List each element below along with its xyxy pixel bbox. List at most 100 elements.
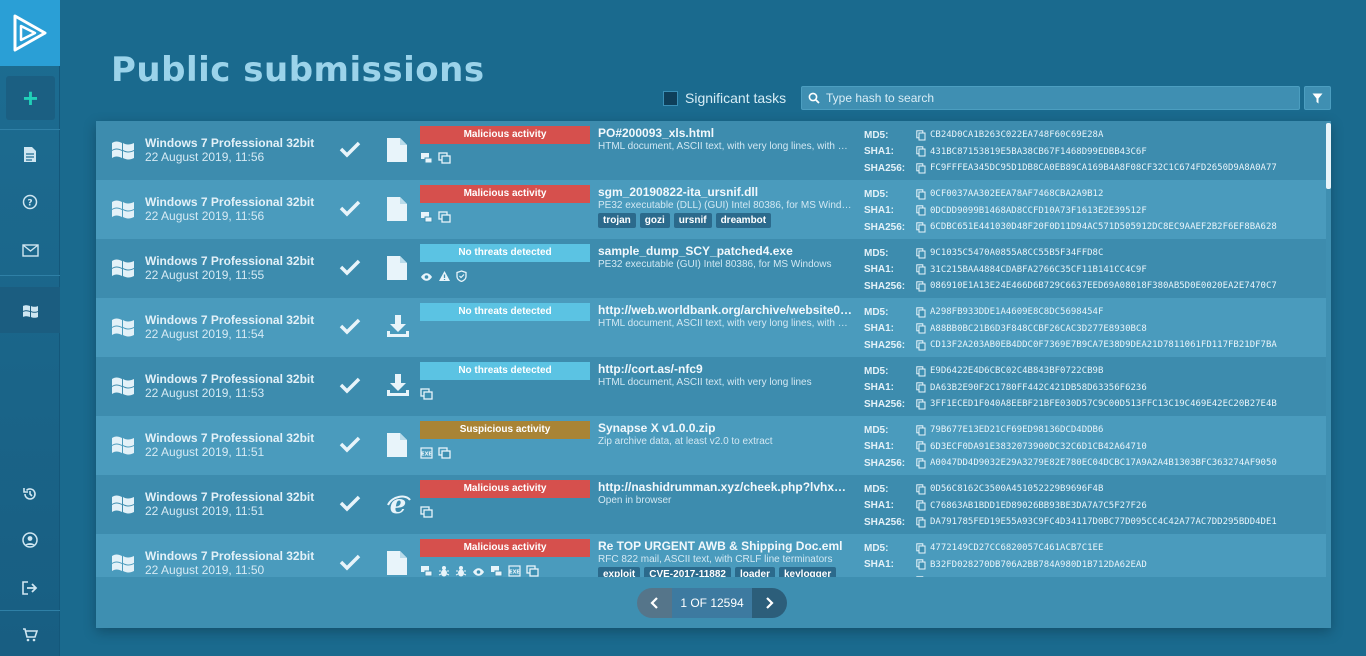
file-name[interactable]: Synapse X v1.0.0.zip — [598, 421, 853, 435]
check-icon — [339, 376, 361, 399]
tag[interactable]: gozi — [639, 213, 670, 228]
copy-hash-icon[interactable] — [916, 517, 930, 528]
file-name[interactable]: PO#200093_xls.html — [598, 126, 853, 140]
document-icon — [386, 137, 408, 168]
task-row[interactable]: Windows 7 Professional 32bit 22 August 2… — [96, 180, 1331, 239]
file-name[interactable]: Re TOP URGENT AWB & Shipping Doc.eml — [598, 539, 853, 553]
md5-label: MD5: — [864, 483, 889, 495]
sidebar-item-history[interactable] — [0, 471, 60, 517]
sha1-value[interactable]: 6D3ECF0DA91E3832073900DC32C6D1CB42A64710 — [930, 442, 1328, 452]
sha1-value[interactable]: B32FD028270DB706A2BB784A980D1B712DA62EAD — [930, 560, 1328, 570]
exe-icon: EXE — [420, 446, 433, 464]
significant-label: Significant tasks — [685, 90, 787, 106]
task-row[interactable]: Windows 7 Professional 32bit 22 August 2… — [96, 239, 1331, 298]
next-page-button[interactable] — [752, 588, 787, 618]
copy-hash-icon[interactable] — [916, 248, 930, 259]
copy-hash-icon[interactable] — [916, 323, 930, 334]
file-name[interactable]: sgm_20190822-ita_ursnif.dll — [598, 185, 853, 199]
file-description: Open in browser — [598, 495, 672, 506]
new-task-button[interactable]: + — [6, 76, 55, 120]
sidebar-item-help[interactable]: ? — [0, 179, 60, 225]
copy-hash-icon[interactable] — [916, 189, 930, 200]
copy-hash-icon[interactable] — [916, 146, 930, 157]
copy-hash-icon[interactable] — [916, 484, 930, 495]
copy-hash-icon[interactable] — [916, 500, 930, 511]
md5-value[interactable]: CB24D0CA1B263C022EA748F60C69E28A — [930, 130, 1328, 140]
sidebar-item-profile[interactable] — [0, 517, 60, 563]
md5-value[interactable]: 4772149CD27CC6820057C461ACB7C1EE — [930, 543, 1328, 553]
task-row[interactable]: Windows 7 Professional 32bit 22 August 2… — [96, 121, 1331, 180]
sha1-value[interactable]: C76863AB1BDD1ED89026BB93BE3DA7A7C5F27F26 — [930, 501, 1328, 511]
tag[interactable]: ursnif — [673, 213, 712, 228]
sidebar-item-pricing[interactable] — [0, 612, 60, 656]
sidebar-item-contact[interactable] — [0, 227, 60, 273]
sha256-value[interactable]: CD13F2A203AB0EB4DDC0F7369E7B9CA7E38D9DEA… — [930, 340, 1328, 350]
copy-hash-icon[interactable] — [916, 441, 930, 452]
app-logo[interactable] — [0, 0, 60, 66]
filter-button[interactable] — [1304, 86, 1331, 110]
tag[interactable]: exploit — [598, 567, 641, 577]
tag[interactable]: CVE-2017-11882 — [644, 567, 731, 577]
sha256-value[interactable]: 6CDBC651E441030D48F20F0D11D94AC571D50591… — [930, 222, 1328, 232]
task-row[interactable]: Windows 7 Professional 32bit 22 August 2… — [96, 534, 1331, 577]
copy-hash-icon[interactable] — [916, 458, 930, 469]
md5-value[interactable]: 0D56C8162C3500A451052229B9696F4B — [930, 484, 1328, 494]
user-icon — [22, 532, 38, 548]
sidebar-item-logout[interactable] — [0, 565, 60, 611]
sidebar-item-public-submissions[interactable] — [0, 287, 60, 333]
sha256-row: SHA256: 3FF1ECED1F040A8EEBF21BFE030D57C9C… — [864, 396, 1328, 413]
copy-hash-icon[interactable] — [916, 576, 930, 577]
sha1-value[interactable]: 31C215BAA4884CDABFA2766C35CF11B141CC4C9F — [930, 265, 1328, 275]
sha256-value[interactable]: FC9FFFEA345DC95D1DB8CA0EB89CA169B4A8F08C… — [930, 163, 1328, 173]
hash-search[interactable] — [801, 86, 1300, 110]
prev-page-button[interactable] — [637, 588, 672, 618]
copy-hash-icon[interactable] — [916, 130, 930, 141]
task-row[interactable]: Windows 7 Professional 32bit 22 August 2… — [96, 357, 1331, 416]
copy-hash-icon[interactable] — [916, 366, 930, 377]
tag[interactable]: trojan — [598, 213, 636, 228]
tag[interactable]: keylogger — [778, 567, 837, 577]
copy-hash-icon[interactable] — [916, 399, 930, 410]
copy-hash-icon[interactable] — [916, 264, 930, 275]
task-row[interactable]: Windows 7 Professional 32bit 22 August 2… — [96, 298, 1331, 357]
copy-hash-icon[interactable] — [916, 543, 930, 554]
task-row[interactable]: Windows 7 Professional 32bit 22 August 2… — [96, 416, 1331, 475]
md5-value[interactable]: 9C1035C5470A0855A8CC55B5F34FFD8C — [930, 248, 1328, 258]
md5-value[interactable]: E9D6422E4D6CBC02C4B843BF0722CB9B — [930, 366, 1328, 376]
tag[interactable]: loader — [734, 567, 775, 577]
scrollbar-track[interactable] — [1326, 121, 1331, 577]
file-name[interactable]: sample_dump_SCY_patched4.exe — [598, 244, 853, 258]
copy-hash-icon[interactable] — [916, 163, 930, 174]
sha1-value[interactable]: A88BB0BC21B6D3F848CCBF26CAC3D277E8930BC8 — [930, 324, 1328, 334]
copy-hash-icon[interactable] — [916, 307, 930, 318]
file-name[interactable]: http://web.worldbank.org/archive/website… — [598, 303, 853, 317]
copy-hash-icon[interactable] — [916, 281, 930, 292]
copy-hash-icon[interactable] — [916, 382, 930, 393]
copy-hash-icon[interactable] — [916, 340, 930, 351]
copy-hash-icon[interactable] — [916, 425, 930, 436]
os-name: Windows 7 Professional 32bit — [145, 254, 315, 268]
file-name[interactable]: http://cort.as/-nfc9 — [598, 362, 853, 376]
file-name[interactable]: http://nashidrumman.xyz/cheek.php?lvhx=a… — [598, 480, 853, 494]
md5-value[interactable]: A298FB933DDE1A4609E8C8DC5698454F — [930, 307, 1328, 317]
search-input[interactable] — [826, 91, 1286, 105]
task-row[interactable]: Windows 7 Professional 32bit 22 August 2… — [96, 475, 1331, 534]
significant-tasks-toggle[interactable]: Significant tasks — [663, 88, 786, 108]
sha256-value[interactable]: 3FF1ECED1F040A8EEBF21BFE030D57C9C00D513F… — [930, 399, 1328, 409]
sha256-value[interactable]: 086910E1A13E24E466D6B729C6637EED69A08018… — [930, 281, 1328, 291]
sha256-value[interactable]: A0047DD4D9032E29A3279E82E780EC04DCBC17A9… — [930, 458, 1328, 468]
md5-value[interactable]: 0CF0037AA302EEA78AF7468CBA2A9B12 — [930, 189, 1328, 199]
copy-hash-icon[interactable] — [916, 222, 930, 233]
md5-value[interactable]: 79B677E13ED21CF69ED98136DCD4DDB6 — [930, 425, 1328, 435]
sha1-value[interactable]: DA63B2E90F2C1780FF442C421DB58D63356F6236 — [930, 383, 1328, 393]
significant-checkbox[interactable] — [663, 90, 678, 106]
sha256-value[interactable]: DA791785FED19E55A93C9FC4D34117D0BC77D095… — [930, 517, 1328, 527]
copy-hash-icon[interactable] — [916, 205, 930, 216]
tag[interactable]: dreambot — [715, 213, 772, 228]
exe-icon: EXE — [508, 564, 521, 577]
sha1-value[interactable]: 0DCDD9099B1468AD8CCFD10A73F1613E2E39512F — [930, 206, 1328, 216]
sidebar-item-reports[interactable] — [0, 131, 60, 177]
copy-hash-icon[interactable] — [916, 559, 930, 570]
scrollbar-thumb[interactable] — [1326, 123, 1331, 189]
sha1-value[interactable]: 431BC87153819E5BA38CB67F1468D99EDBB43C6F — [930, 147, 1328, 157]
